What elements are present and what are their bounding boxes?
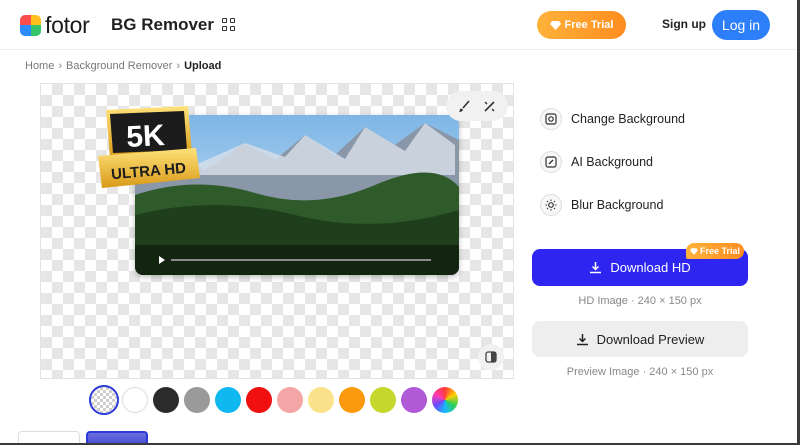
change-background-option[interactable]: Change Background [540,108,685,130]
breadcrumb-upload: Upload [184,60,222,72]
blur-background-option[interactable]: Blur Background [540,194,663,216]
edit-tools [446,91,508,121]
swatch-orange[interactable] [339,387,365,413]
swatch-custom-color[interactable] [432,387,458,413]
fotor-logo[interactable]: fotor [20,13,90,37]
free-trial-label: Free Trial [564,19,614,31]
swatch-cyan[interactable] [215,387,241,413]
download-icon [590,262,602,274]
ai-background-option[interactable]: AI Background [540,151,653,173]
breadcrumb-background-remover[interactable]: Background Remover [66,60,172,72]
free-trial-badge: Free Trial [686,243,744,259]
swatch-gray[interactable] [184,387,210,413]
fotor-logo-icon [20,14,41,36]
sign-up-link[interactable]: Sign up [662,17,706,31]
swatch-white[interactable] [122,387,148,413]
magic-wand-icon[interactable] [479,95,501,117]
swatch-red[interactable] [246,387,272,413]
download-icon [576,333,588,345]
background-color-swatches [89,385,458,415]
swatch-transparent[interactable] [89,385,119,415]
chevron-right-icon: › [58,60,63,72]
page: fotor BG Remover Free Trial Sign up Log … [0,0,800,445]
preview-image-info: Preview Image · 240 × 150 px [566,366,714,378]
logo-text: fotor [45,12,90,38]
swatch-purple[interactable] [401,387,427,413]
free-trial-badge-label: Free Trial [699,246,741,256]
chevron-right-icon: › [176,60,181,72]
compare-toggle-icon[interactable] [478,344,504,370]
change-background-label: Change Background [571,112,685,126]
ai-background-icon [540,151,562,173]
diamond-icon [689,247,698,255]
log-in-button[interactable]: Log in [712,10,770,40]
blur-background-label: Blur Background [571,198,664,212]
hd-image-info: HD Image · 240 × 150 px [578,295,702,307]
swatch-light-yellow[interactable] [308,387,334,413]
5k-ultra-hd-badge: 5K ULTRA HD [96,106,200,203]
download-preview-label: Download Preview [596,331,705,347]
free-trial-button[interactable]: Free Trial [537,11,626,39]
image-canvas[interactable]: 5K ULTRA HD [40,83,514,379]
diamond-icon [549,20,561,30]
brush-icon[interactable] [454,95,476,117]
badge-top-text: 5K [125,119,165,154]
thumbnail-result[interactable] [86,431,148,443]
change-background-icon [540,108,562,130]
product-name: BG Remover [111,15,214,34]
thumbnail-original[interactable] [18,431,80,443]
ai-background-label: AI Background [571,155,653,169]
swatch-black[interactable] [153,387,179,413]
breadcrumb: Home › Background Remover › Upload [25,60,221,72]
swatch-pink[interactable] [277,387,303,413]
header: fotor BG Remover Free Trial Sign up Log … [0,0,797,50]
download-preview-button[interactable]: Download Preview [532,321,748,357]
download-hd-label: Download HD [610,260,691,275]
breadcrumb-home[interactable]: Home [25,60,54,72]
apps-grid-icon[interactable] [222,18,235,31]
swatch-lime[interactable] [370,387,396,413]
blur-background-icon [540,194,562,216]
